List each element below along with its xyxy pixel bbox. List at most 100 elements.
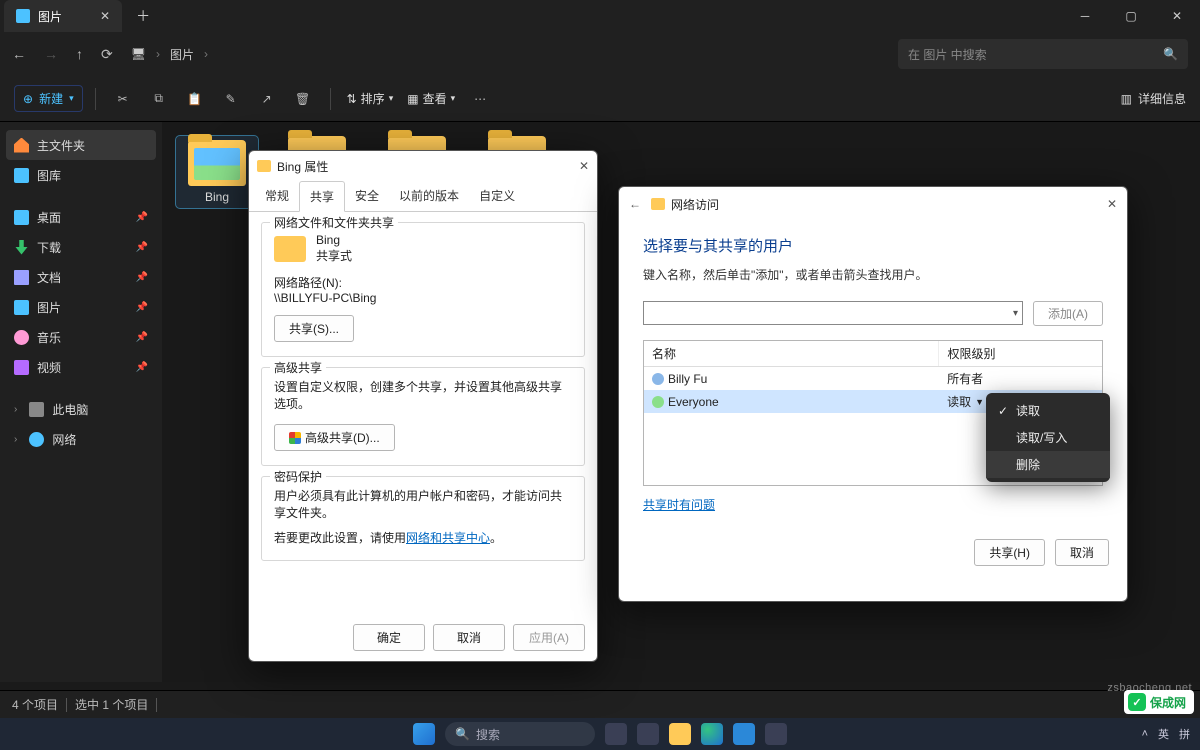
add-button[interactable]: 添加(A) xyxy=(1033,301,1103,326)
details-pane-button[interactable]: ▥详细信息 xyxy=(1121,90,1186,107)
back-icon[interactable]: ← xyxy=(629,197,641,211)
up-icon[interactable]: ↑ xyxy=(76,46,83,62)
period: 。 xyxy=(490,531,502,545)
share-state: 共享式 xyxy=(316,247,352,264)
sort-button[interactable]: ⇅排序▾ xyxy=(343,90,398,107)
cut-icon[interactable]: ✂ xyxy=(108,84,138,114)
explorer-taskbar-icon[interactable] xyxy=(669,723,691,745)
chevron-down-icon[interactable]: ▼ xyxy=(975,397,984,407)
folder-icon xyxy=(188,140,246,186)
address-bar[interactable]: 🖥 › 图片 › xyxy=(131,46,208,63)
video-icon xyxy=(14,360,29,375)
sidebar-item-music[interactable]: 音乐📌 xyxy=(6,322,156,352)
tab-general[interactable]: 常规 xyxy=(255,181,299,211)
more-icon[interactable]: ⋯ xyxy=(465,84,495,114)
cancel-button[interactable]: 取消 xyxy=(433,624,505,651)
expand-icon[interactable]: › xyxy=(14,434,17,445)
tab-custom[interactable]: 自定义 xyxy=(469,181,525,211)
apply-button[interactable]: 应用(A) xyxy=(513,624,585,651)
task-icon[interactable] xyxy=(765,723,787,745)
dialog-title: Bing 属性 xyxy=(277,158,328,175)
dialog-title: 网络访问 xyxy=(671,196,719,213)
share-button[interactable]: 共享(H) xyxy=(974,539,1045,566)
col-name[interactable]: 名称 xyxy=(644,341,939,366)
sidebar-item-gallery[interactable]: 图库 xyxy=(6,160,156,190)
sidebar-item-videos[interactable]: 视频📌 xyxy=(6,352,156,382)
folder-bing[interactable]: Bing xyxy=(176,136,258,208)
edge-taskbar-icon[interactable] xyxy=(701,723,723,745)
tray-chevron-icon[interactable]: ˄ xyxy=(1142,728,1148,740)
new-button[interactable]: ⊕ 新建 ▾ xyxy=(14,85,83,112)
cancel-button[interactable]: 取消 xyxy=(1055,539,1109,566)
chevron-down-icon: ▾ xyxy=(389,93,394,104)
chevron-down-icon: ▾ xyxy=(1013,308,1018,319)
sidebar-item-pictures[interactable]: 图片📌 xyxy=(6,292,156,322)
item-count: 4 个项目 xyxy=(12,696,58,713)
search-input[interactable]: 在 图片 中搜索 🔍 xyxy=(898,39,1188,69)
chevron-down-icon: ▾ xyxy=(69,93,74,104)
tab-security[interactable]: 安全 xyxy=(345,181,389,211)
share-icon[interactable]: ↗ xyxy=(252,84,282,114)
help-link[interactable]: 共享时有问题 xyxy=(643,498,715,512)
user-combobox[interactable]: ▾ xyxy=(643,301,1023,325)
menu-remove[interactable]: 删除 xyxy=(986,451,1110,478)
tab-share[interactable]: 共享 xyxy=(299,181,345,212)
delete-icon[interactable]: 🗑 xyxy=(288,84,318,114)
netpath-value: \\BILLYFU-PC\Bing xyxy=(274,291,572,305)
ok-button[interactable]: 确定 xyxy=(353,624,425,651)
menu-readwrite[interactable]: 读取/写入 xyxy=(986,424,1110,451)
user-row[interactable]: Billy Fu 所有者 xyxy=(644,367,1102,390)
sidebar-item-downloads[interactable]: 下载📌 xyxy=(6,232,156,262)
breadcrumb-pictures[interactable]: 图片 xyxy=(170,46,194,63)
user-name: Billy Fu xyxy=(668,372,707,386)
close-icon[interactable]: ✕ xyxy=(1107,197,1117,211)
sort-label: 排序 xyxy=(361,90,385,107)
sidebar-item-documents[interactable]: 文档📌 xyxy=(6,262,156,292)
col-permission[interactable]: 权限级别 xyxy=(939,341,1102,366)
new-tab-button[interactable]: ＋ xyxy=(136,6,150,26)
close-icon[interactable]: ✕ xyxy=(579,159,589,173)
taskbar: 🔍搜索 ˄ 英 拼 xyxy=(0,718,1200,750)
rename-icon[interactable]: ✎ xyxy=(216,84,246,114)
close-tab-icon[interactable]: ✕ xyxy=(100,9,110,23)
selection-count: 选中 1 个项目 xyxy=(75,696,148,713)
dialog-titlebar[interactable]: Bing 属性 ✕ xyxy=(249,151,597,181)
back-icon[interactable]: ← xyxy=(12,46,26,62)
copy-icon[interactable]: ⧉ xyxy=(144,84,174,114)
task-icon[interactable] xyxy=(605,723,627,745)
sidebar-label: 网络 xyxy=(52,431,76,448)
system-tray[interactable]: ˄ 英 拼 xyxy=(1142,726,1190,742)
ime-indicator[interactable]: 英 xyxy=(1158,726,1169,742)
document-icon xyxy=(14,270,29,285)
start-button[interactable] xyxy=(413,723,435,745)
separator xyxy=(156,698,157,712)
sidebar-item-desktop[interactable]: 桌面📌 xyxy=(6,202,156,232)
sidebar-label: 图片 xyxy=(37,299,61,316)
refresh-icon[interactable]: ⟳ xyxy=(101,46,113,63)
task-icon[interactable] xyxy=(733,723,755,745)
share-button[interactable]: 共享(S)... xyxy=(274,315,354,342)
network-center-link[interactable]: 网络和共享中心 xyxy=(406,531,490,545)
ime-mode[interactable]: 拼 xyxy=(1179,726,1190,742)
close-window-button[interactable]: ✕ xyxy=(1154,0,1200,32)
nav-bar: ← → ↑ ⟳ 🖥 › 图片 › 在 图片 中搜索 🔍 xyxy=(0,32,1200,76)
advanced-share-button[interactable]: 高级共享(D)... xyxy=(274,424,395,451)
paste-icon[interactable]: 📋 xyxy=(180,84,210,114)
sidebar-item-home[interactable]: 主文件夹 xyxy=(6,130,156,160)
view-button[interactable]: ▦查看▾ xyxy=(403,90,459,107)
task-icon[interactable] xyxy=(637,723,659,745)
maximize-button[interactable]: ▢ xyxy=(1108,0,1154,32)
pin-icon: 📌 xyxy=(136,272,148,283)
minimize-button[interactable]: ─ xyxy=(1062,0,1108,32)
group-title: 高级共享 xyxy=(270,359,326,376)
tab-previous[interactable]: 以前的版本 xyxy=(389,181,469,211)
sidebar-item-network[interactable]: › 网络 xyxy=(6,424,156,454)
sidebar-item-thispc[interactable]: ›此电脑 xyxy=(6,394,156,424)
taskbar-search[interactable]: 🔍搜索 xyxy=(445,722,595,746)
menu-read[interactable]: ✓读取 xyxy=(986,397,1110,424)
forward-icon[interactable]: → xyxy=(44,46,58,62)
gallery-icon xyxy=(14,168,29,183)
check-icon: ✓ xyxy=(998,404,1008,418)
window-tab[interactable]: 图片 ✕ xyxy=(4,0,122,32)
expand-icon[interactable]: › xyxy=(14,404,17,415)
